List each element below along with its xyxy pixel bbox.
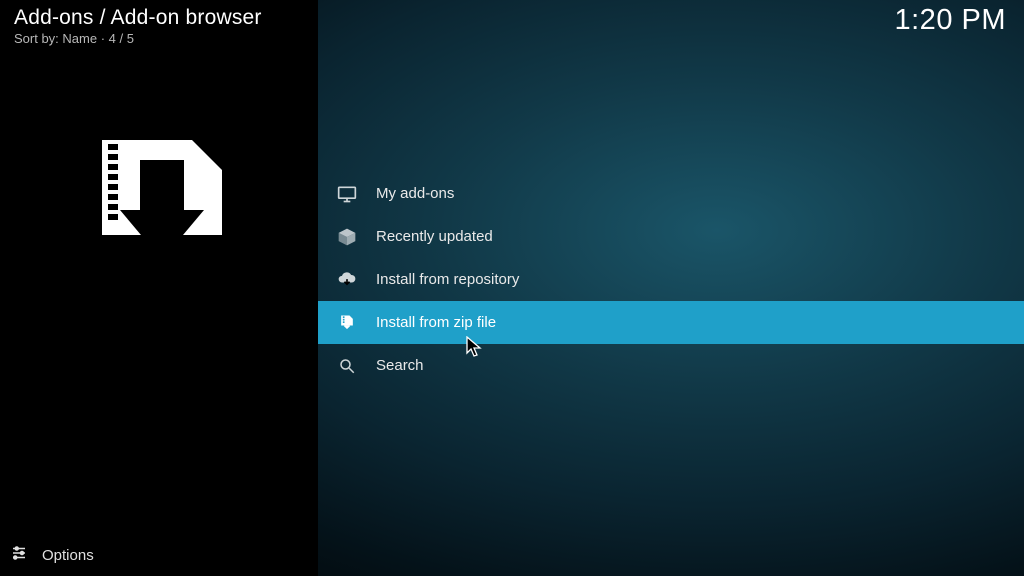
box-open-icon [336, 226, 358, 248]
sort-prefix: Sort by: [14, 31, 62, 46]
sort-line: Sort by: Name · 4 / 5 [14, 31, 262, 46]
menu-item-install-from-zip[interactable]: Install from zip file [318, 301, 1024, 344]
sliders-icon [10, 544, 28, 566]
options-label: Options [42, 547, 94, 564]
menu-item-search[interactable]: Search [318, 344, 1024, 387]
header: Add-ons / Add-on browser Sort by: Name ·… [14, 6, 262, 46]
menu-item-label: My add-ons [376, 185, 454, 202]
search-icon [336, 355, 358, 377]
sort-value: Name [62, 31, 97, 46]
menu-item-label: Install from repository [376, 271, 519, 288]
options-button[interactable]: Options [10, 544, 94, 566]
list-position: 4 / 5 [109, 31, 134, 46]
addon-browser-menu: My add-ons Recently updated Install from… [318, 172, 1024, 387]
zip-down-icon [336, 312, 358, 334]
menu-item-label: Recently updated [376, 228, 493, 245]
menu-item-label: Search [376, 357, 424, 374]
left-sidebar [0, 0, 318, 576]
sort-sep: · [97, 31, 109, 46]
clock: 1:20 PM [895, 4, 1007, 37]
zip-download-illustration-icon [82, 140, 232, 280]
cloud-down-icon [336, 269, 358, 291]
menu-item-recently-updated[interactable]: Recently updated [318, 215, 1024, 258]
monitor-icon [336, 183, 358, 205]
menu-item-install-from-repository[interactable]: Install from repository [318, 258, 1024, 301]
menu-item-label: Install from zip file [376, 314, 496, 331]
breadcrumb: Add-ons / Add-on browser [14, 6, 262, 30]
menu-item-my-addons[interactable]: My add-ons [318, 172, 1024, 215]
